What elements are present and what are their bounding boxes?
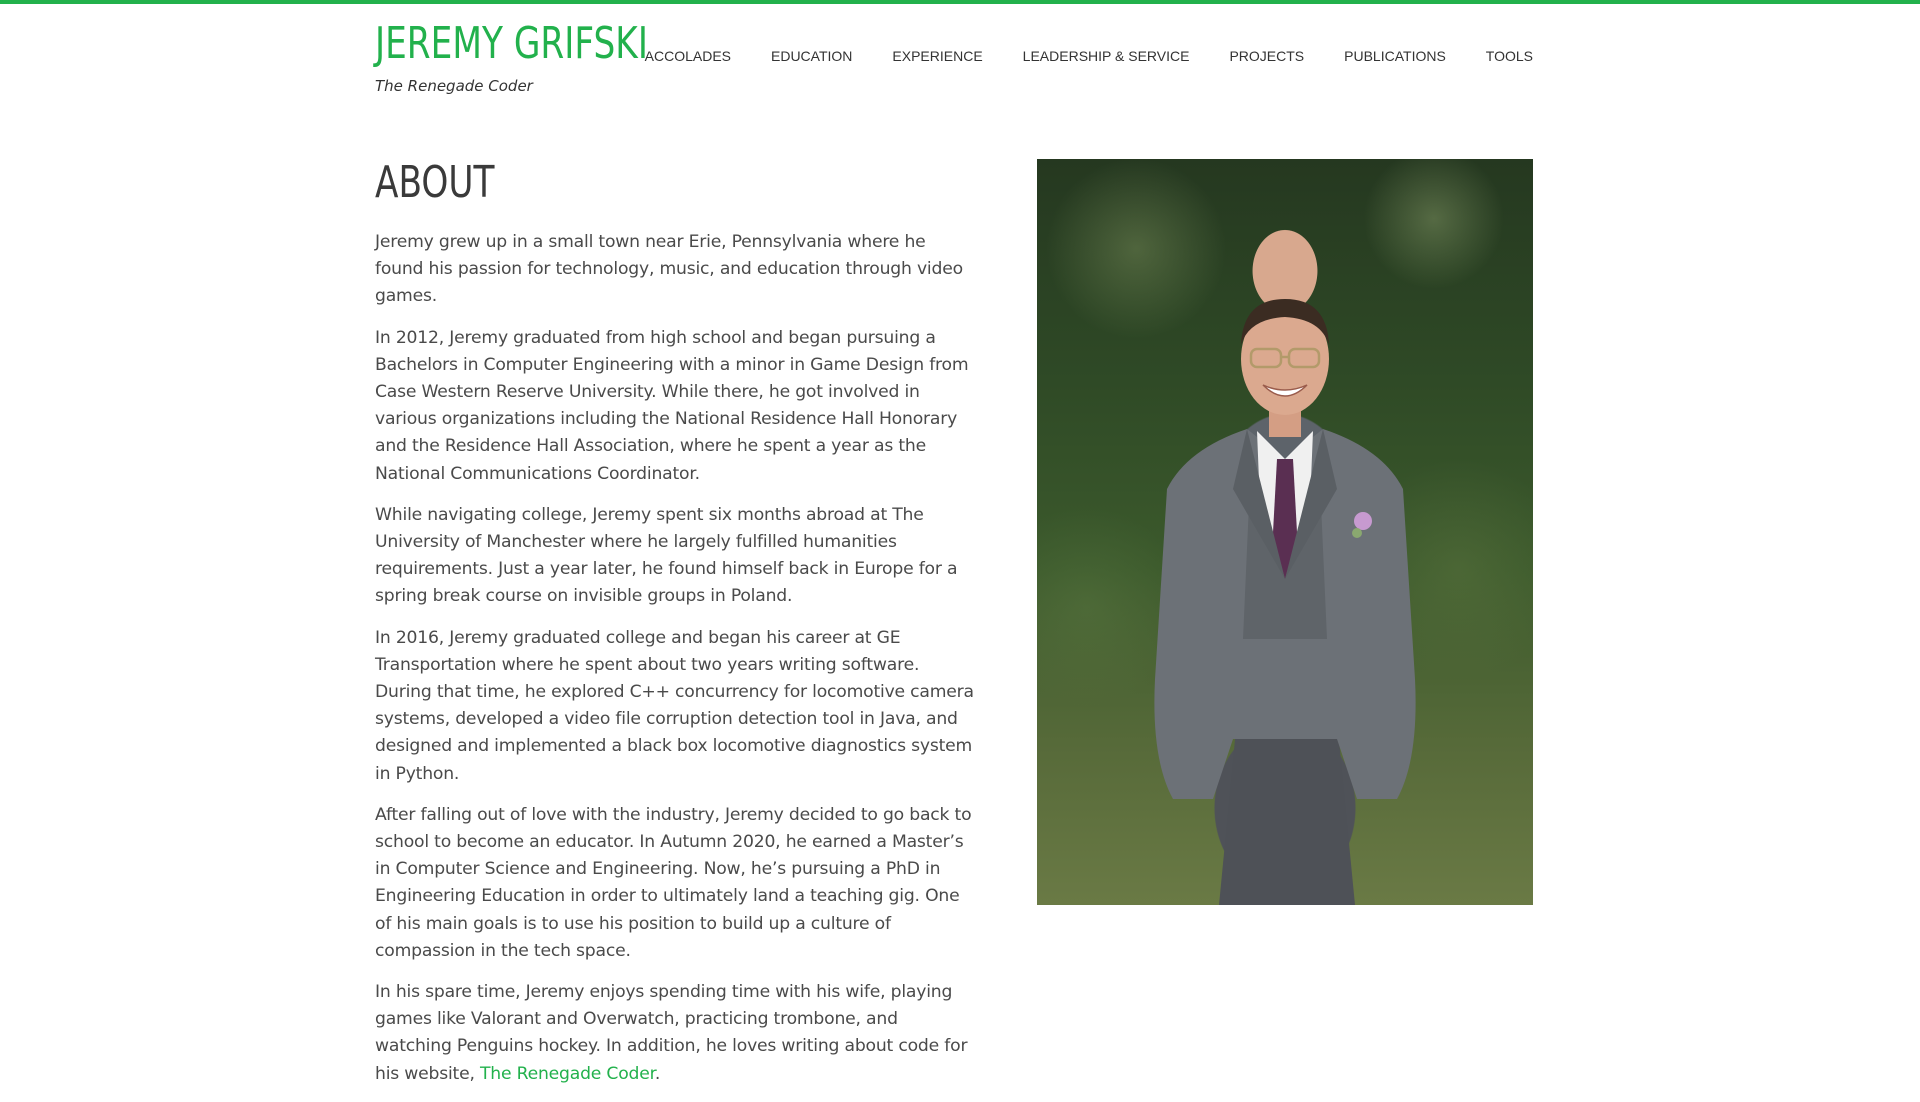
nav-item-tools: TOOLS (1446, 40, 1533, 72)
nav-item-projects: PROJECTS (1189, 40, 1304, 72)
about-section: ABOUT Jeremy grew up in a small town nea… (375, 155, 975, 1102)
bio-paragraph: While navigating college, Jeremy spent s… (375, 504, 958, 607)
portrait-photo (1037, 159, 1533, 905)
nav-link-projects[interactable]: PROJECTS (1189, 40, 1304, 72)
nav-link-education[interactable]: EDUCATION (731, 40, 852, 72)
bio-last-suffix: . (654, 1063, 661, 1084)
nav-link-publications[interactable]: PUBLICATIONS (1304, 40, 1446, 72)
site-header: JEREMY GRIFSKI The Renegade Coder ACCOLA… (375, 12, 1533, 95)
nav-link-tools[interactable]: TOOLS (1446, 40, 1533, 72)
bio-paragraph-last: In his spare time, Jeremy enjoys spendin… (375, 979, 975, 1088)
nav-link-accolades[interactable]: ACCOLADES (605, 40, 731, 72)
bio-paragraph: In 2012, Jeremy graduated from high scho… (375, 327, 969, 484)
person-icon (1154, 299, 1416, 905)
bio-last-text: In his spare time, Jeremy enjoys spendin… (375, 982, 968, 1084)
nav-link-leadership-service[interactable]: LEADERSHIP & SERVICE (983, 40, 1190, 72)
nav-link-experience[interactable]: EXPERIENCE (852, 40, 982, 72)
bio-paragraph: Jeremy grew up in a small town near Erie… (375, 232, 963, 307)
bio-paragraph: In 2016, Jeremy graduated college and be… (375, 627, 974, 784)
bio-paragraph: After falling out of love with the indus… (375, 804, 972, 961)
nav-item-publications: PUBLICATIONS (1304, 40, 1446, 72)
nav-item-leadership-service: LEADERSHIP & SERVICE (983, 40, 1190, 72)
site-tagline: The Renegade Coder (375, 77, 533, 95)
about-bio: Jeremy grew up in a small town near Erie… (375, 229, 975, 1088)
nav-item-experience: EXPERIENCE (852, 40, 982, 72)
top-accent-bar (0, 0, 1920, 4)
renegade-coder-link[interactable]: The Renegade Coder (480, 1064, 655, 1084)
nav-item-education: EDUCATION (731, 40, 852, 72)
nav-item-accolades: ACCOLADES (605, 40, 731, 72)
about-heading: ABOUT (375, 157, 495, 208)
nav-list: ACCOLADES EDUCATION EXPERIENCE LEADERSHI… (605, 40, 1533, 72)
